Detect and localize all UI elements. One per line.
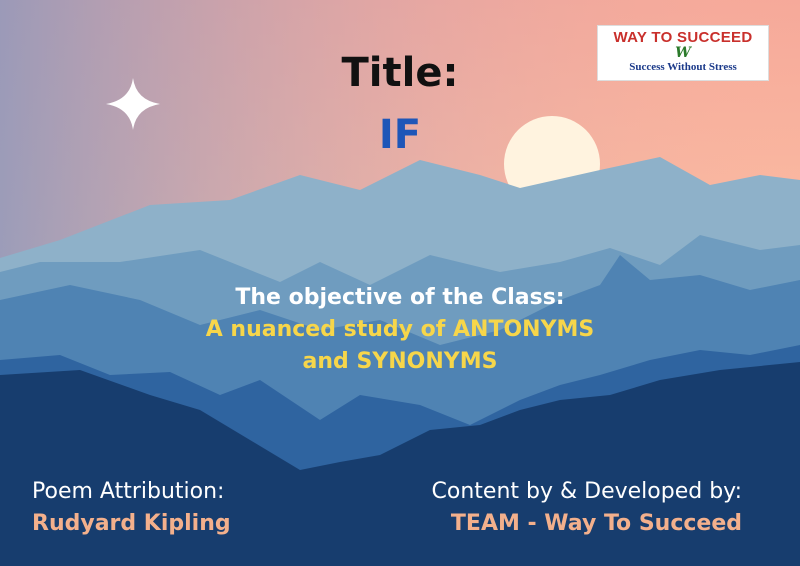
objective-line-2: and SYNONYMS	[302, 349, 498, 374]
logo-brand-text: WAY TO SUCCEED	[613, 29, 753, 46]
attribution-label: Poem Attribution:	[32, 479, 225, 504]
developer-credit: Content by & Developed by: TEAM - Way To…	[432, 476, 742, 540]
developer-value: TEAM - Way To Succeed	[450, 511, 742, 536]
objective-line-1: A nuanced study of ANTONYMS	[205, 317, 595, 342]
logo-tagline: Success Without Stress	[629, 61, 737, 73]
developer-label: Content by & Developed by:	[431, 479, 742, 504]
title-value: IF	[378, 112, 422, 158]
poem-attribution: Poem Attribution: Rudyard Kipling	[32, 476, 231, 540]
title-label: Title:	[341, 50, 459, 96]
objective-block: The objective of the Class: A nuanced st…	[120, 282, 680, 378]
objective-heading: The objective of the Class:	[235, 285, 565, 310]
title-slide: WAY TO SUCCEED W Success Without Stress …	[0, 0, 800, 566]
logo-mark: W	[675, 45, 691, 61]
attribution-value: Rudyard Kipling	[32, 511, 231, 536]
way-to-succeed-logo: WAY TO SUCCEED W Success Without Stress	[597, 25, 769, 81]
